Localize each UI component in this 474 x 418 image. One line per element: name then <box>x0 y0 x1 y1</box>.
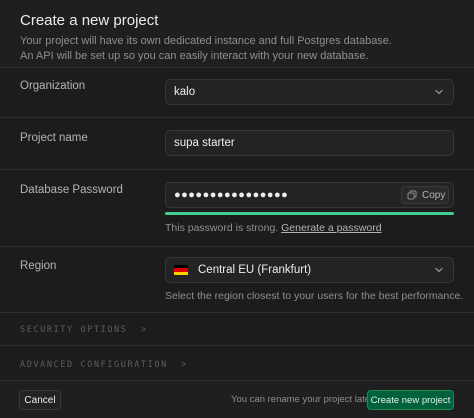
copy-password-button[interactable]: Copy <box>401 186 449 204</box>
copy-icon <box>407 190 417 200</box>
generate-password-link[interactable]: Generate a password <box>281 222 381 234</box>
modal-description-line-2: An API will be set up so you can easily … <box>20 50 369 62</box>
rename-note: You can rename your project later <box>231 394 374 405</box>
advanced-configuration-label: ADVANCED CONFIGURATION <box>20 360 168 370</box>
divider <box>0 312 474 313</box>
chevron-down-icon <box>435 267 443 273</box>
chevron-right-icon: > <box>134 325 148 335</box>
region-select[interactable]: Central EU (Frankfurt) <box>165 257 454 283</box>
cancel-button[interactable]: Cancel <box>19 390 61 410</box>
chevron-right-icon: > <box>174 360 188 370</box>
divider <box>0 117 474 118</box>
copy-label: Copy <box>422 189 446 201</box>
project-name-label: Project name <box>20 132 88 144</box>
organization-value: kalo <box>174 86 196 98</box>
project-name-value: supa starter <box>174 137 235 149</box>
password-strength-hint: This password is strong. Generate a pass… <box>165 222 382 234</box>
database-password-label: Database Password <box>20 184 123 196</box>
security-options-label: SECURITY OPTIONS <box>20 325 128 335</box>
organization-label: Organization <box>20 80 86 92</box>
password-strength-fill <box>165 212 454 215</box>
database-password-input[interactable]: ●●●●●●●●●●●●●●●● Copy <box>165 182 454 208</box>
region-hint: Select the region closest to your users … <box>165 290 464 302</box>
password-strength-bar <box>165 212 454 215</box>
germany-flag-icon <box>174 265 188 275</box>
modal-description-line-1: Your project will have its own dedicated… <box>20 35 392 47</box>
security-options-toggle[interactable]: SECURITY OPTIONS > <box>20 325 148 335</box>
password-masked-value: ●●●●●●●●●●●●●●●● <box>174 189 289 201</box>
project-name-input[interactable]: supa starter <box>165 130 454 156</box>
region-label: Region <box>20 260 57 272</box>
password-strength-text: This password is strong. <box>165 222 279 234</box>
modal-title: Create a new project <box>20 12 159 29</box>
chevron-down-icon <box>435 89 443 95</box>
region-value: Central EU (Frankfurt) <box>198 264 312 276</box>
create-project-button[interactable]: Create new project <box>367 390 454 410</box>
organization-select[interactable]: kalo <box>165 79 454 105</box>
divider <box>0 169 474 170</box>
divider <box>0 345 474 346</box>
divider <box>0 246 474 247</box>
advanced-configuration-toggle[interactable]: ADVANCED CONFIGURATION > <box>20 360 188 370</box>
modal-footer: Cancel You can rename your project later… <box>0 380 474 418</box>
modal-header: Create a new project Your project will h… <box>0 0 474 68</box>
